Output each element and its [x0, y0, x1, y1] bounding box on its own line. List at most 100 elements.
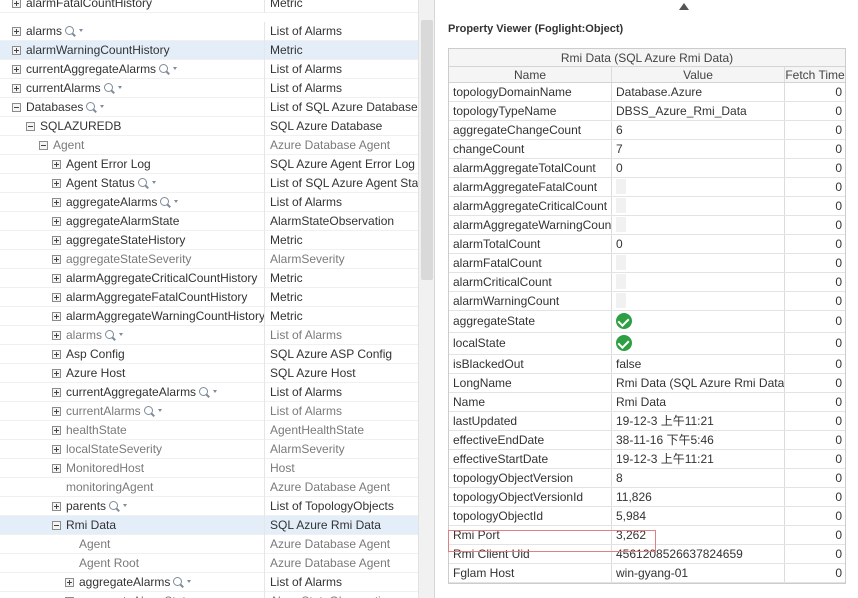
- expand-icon[interactable]: [52, 350, 61, 359]
- query-dropdown-icon[interactable]: [187, 580, 192, 583]
- property-row[interactable]: Rmi Client Uid 4561208526637824659 0: [449, 545, 845, 564]
- expand-icon[interactable]: [52, 217, 61, 226]
- expand-icon[interactable]: [12, 27, 21, 36]
- query-search-icon[interactable]: [109, 501, 119, 510]
- query-dropdown-icon[interactable]: [157, 409, 162, 412]
- tree-scrollbar[interactable]: [418, 0, 434, 598]
- property-row[interactable]: aggregateChangeCount 6 0: [449, 121, 845, 140]
- property-row[interactable]: LongName Rmi Data (SQL Azure Rmi Data) 0: [449, 374, 845, 393]
- tree-row[interactable]: aggregateAlarms List of Alarms: [0, 573, 418, 592]
- property-row[interactable]: isBlackedOut false 0: [449, 355, 845, 374]
- tree-row[interactable]: Databases List of SQL Azure Databases: [0, 98, 418, 117]
- property-row[interactable]: effectiveEndDate 38-11-16 下午5:46 0: [449, 431, 845, 450]
- tree-row[interactable]: alarmWarningCountHistory Metric: [0, 41, 418, 60]
- query-dropdown-icon[interactable]: [173, 67, 178, 70]
- tree-row[interactable]: localStateSeverity AlarmSeverity: [0, 440, 418, 459]
- column-header-value[interactable]: Value: [612, 67, 785, 82]
- tree-scrollbar-thumb[interactable]: [421, 20, 433, 280]
- property-row[interactable]: alarmAggregateFatalCount 0: [449, 178, 845, 197]
- tree-row[interactable]: Azure Host SQL Azure Host: [0, 364, 418, 383]
- query-search-icon[interactable]: [159, 64, 169, 73]
- query-search-icon[interactable]: [173, 577, 183, 586]
- tree-row[interactable]: parents List of TopologyObjects: [0, 497, 418, 516]
- expand-icon[interactable]: [52, 293, 61, 302]
- tree-row[interactable]: aggregateAlarms List of Alarms: [0, 193, 418, 212]
- tree-row[interactable]: alarmAggregateFatalCountHistory Metric: [0, 288, 418, 307]
- expand-icon[interactable]: [52, 388, 61, 397]
- expand-icon[interactable]: [52, 407, 61, 416]
- expand-icon[interactable]: [52, 255, 61, 264]
- property-row[interactable]: alarmAggregateCriticalCount 0: [449, 197, 845, 216]
- property-row[interactable]: Name Rmi Data 0: [449, 393, 845, 412]
- property-row[interactable]: alarmCriticalCount 0: [449, 273, 845, 292]
- tree-row[interactable]: aggregateStateSeverity AlarmSeverity: [0, 250, 418, 269]
- property-row[interactable]: localState 0: [449, 333, 845, 355]
- query-dropdown-icon[interactable]: [123, 504, 128, 507]
- column-header-fetch-time[interactable]: Fetch Time: [785, 67, 845, 82]
- query-search-icon[interactable]: [143, 406, 153, 415]
- property-row[interactable]: changeCount 7 0: [449, 140, 845, 159]
- property-row[interactable]: topologyDomainName Database.Azure 0: [449, 83, 845, 102]
- expand-icon[interactable]: [52, 312, 61, 321]
- property-row[interactable]: topologyObjectVersionId 11,826 0: [449, 488, 845, 507]
- tree-row[interactable]: MonitoredHost Host: [0, 459, 418, 478]
- tree-row[interactable]: alarms List of Alarms: [0, 326, 418, 345]
- query-dropdown-icon[interactable]: [117, 86, 122, 89]
- tree-row[interactable]: aggregateAlarmState AlarmStateObservation: [0, 592, 418, 598]
- expand-icon[interactable]: [12, 0, 21, 8]
- tree-row[interactable]: aggregateAlarmState AlarmStateObservation: [0, 212, 418, 231]
- property-row[interactable]: aggregateState 0: [449, 311, 845, 333]
- tree-row[interactable]: alarmAggregateCriticalCountHistory Metric: [0, 269, 418, 288]
- query-search-icon[interactable]: [199, 387, 209, 396]
- query-search-icon[interactable]: [103, 83, 113, 92]
- property-row[interactable]: effectiveStartDate 19-12-3 上午11:21 0: [449, 450, 845, 469]
- tree-row[interactable]: monitoringAgent Azure Database Agent: [0, 478, 418, 497]
- property-row[interactable]: topologyObjectVersion 8 0: [449, 469, 845, 488]
- property-row[interactable]: topologyObjectId 5,984 0: [449, 507, 845, 526]
- query-search-icon[interactable]: [86, 102, 96, 111]
- property-row[interactable]: Fglam Host win-gyang-01 0: [449, 564, 845, 583]
- property-row[interactable]: alarmWarningCount 0: [449, 292, 845, 311]
- tree-row[interactable]: currentAggregateAlarms List of Alarms: [0, 383, 418, 402]
- tree-row[interactable]: alarmAggregateWarningCountHistory Metric: [0, 307, 418, 326]
- query-dropdown-icon[interactable]: [213, 390, 218, 393]
- tree-row[interactable]: Agent Azure Database Agent: [0, 535, 418, 554]
- expand-icon[interactable]: [52, 464, 61, 473]
- property-row[interactable]: alarmAggregateWarningCount 0: [449, 216, 845, 235]
- tree-row[interactable]: aggregateStateHistory Metric: [0, 231, 418, 250]
- expand-icon[interactable]: [52, 274, 61, 283]
- expand-icon[interactable]: [52, 502, 61, 511]
- collapse-icon[interactable]: [39, 141, 48, 150]
- expand-icon[interactable]: [52, 426, 61, 435]
- tree-row[interactable]: currentAlarms List of Alarms: [0, 79, 418, 98]
- property-row[interactable]: lastUpdated 19-12-3 上午11:21 0: [449, 412, 845, 431]
- query-search-icon[interactable]: [160, 197, 170, 206]
- expand-icon[interactable]: [12, 46, 21, 55]
- tree-row[interactable]: currentAggregateAlarms List of Alarms: [0, 60, 418, 79]
- expand-icon[interactable]: [52, 331, 61, 340]
- query-dropdown-icon[interactable]: [79, 29, 84, 32]
- tree-row[interactable]: SQLAZUREDB SQL Azure Database: [0, 117, 418, 136]
- tree-row[interactable]: Rmi Data SQL Azure Rmi Data: [0, 516, 418, 535]
- expand-icon[interactable]: [52, 445, 61, 454]
- tree-row[interactable]: Agent Status List of SQL Azure Agent Stat: [0, 174, 418, 193]
- column-header-name[interactable]: Name: [449, 67, 612, 82]
- expand-icon[interactable]: [52, 369, 61, 378]
- query-dropdown-icon[interactable]: [174, 200, 179, 203]
- property-row[interactable]: topologyTypeName DBSS_Azure_Rmi_Data 0: [449, 102, 845, 121]
- query-search-icon[interactable]: [65, 26, 75, 35]
- property-row[interactable]: alarmTotalCount 0 0: [449, 235, 845, 254]
- property-row[interactable]: alarmFatalCount 0: [449, 254, 845, 273]
- query-dropdown-icon[interactable]: [119, 333, 124, 336]
- tree-row[interactable]: alarmFatalCountHistory Metric: [0, 0, 418, 13]
- collapse-arrow-icon[interactable]: [679, 3, 689, 10]
- tree-row[interactable]: Agent Azure Database Agent: [0, 136, 418, 155]
- expand-icon[interactable]: [52, 179, 61, 188]
- tree-row[interactable]: Agent Error Log SQL Azure Agent Error Log…: [0, 155, 418, 174]
- query-search-icon[interactable]: [105, 330, 115, 339]
- query-search-icon[interactable]: [137, 178, 147, 187]
- tree-row[interactable]: Asp Config SQL Azure ASP Config: [0, 345, 418, 364]
- collapse-icon[interactable]: [26, 122, 35, 131]
- tree-row[interactable]: currentAlarms List of Alarms: [0, 402, 418, 421]
- query-dropdown-icon[interactable]: [151, 181, 156, 184]
